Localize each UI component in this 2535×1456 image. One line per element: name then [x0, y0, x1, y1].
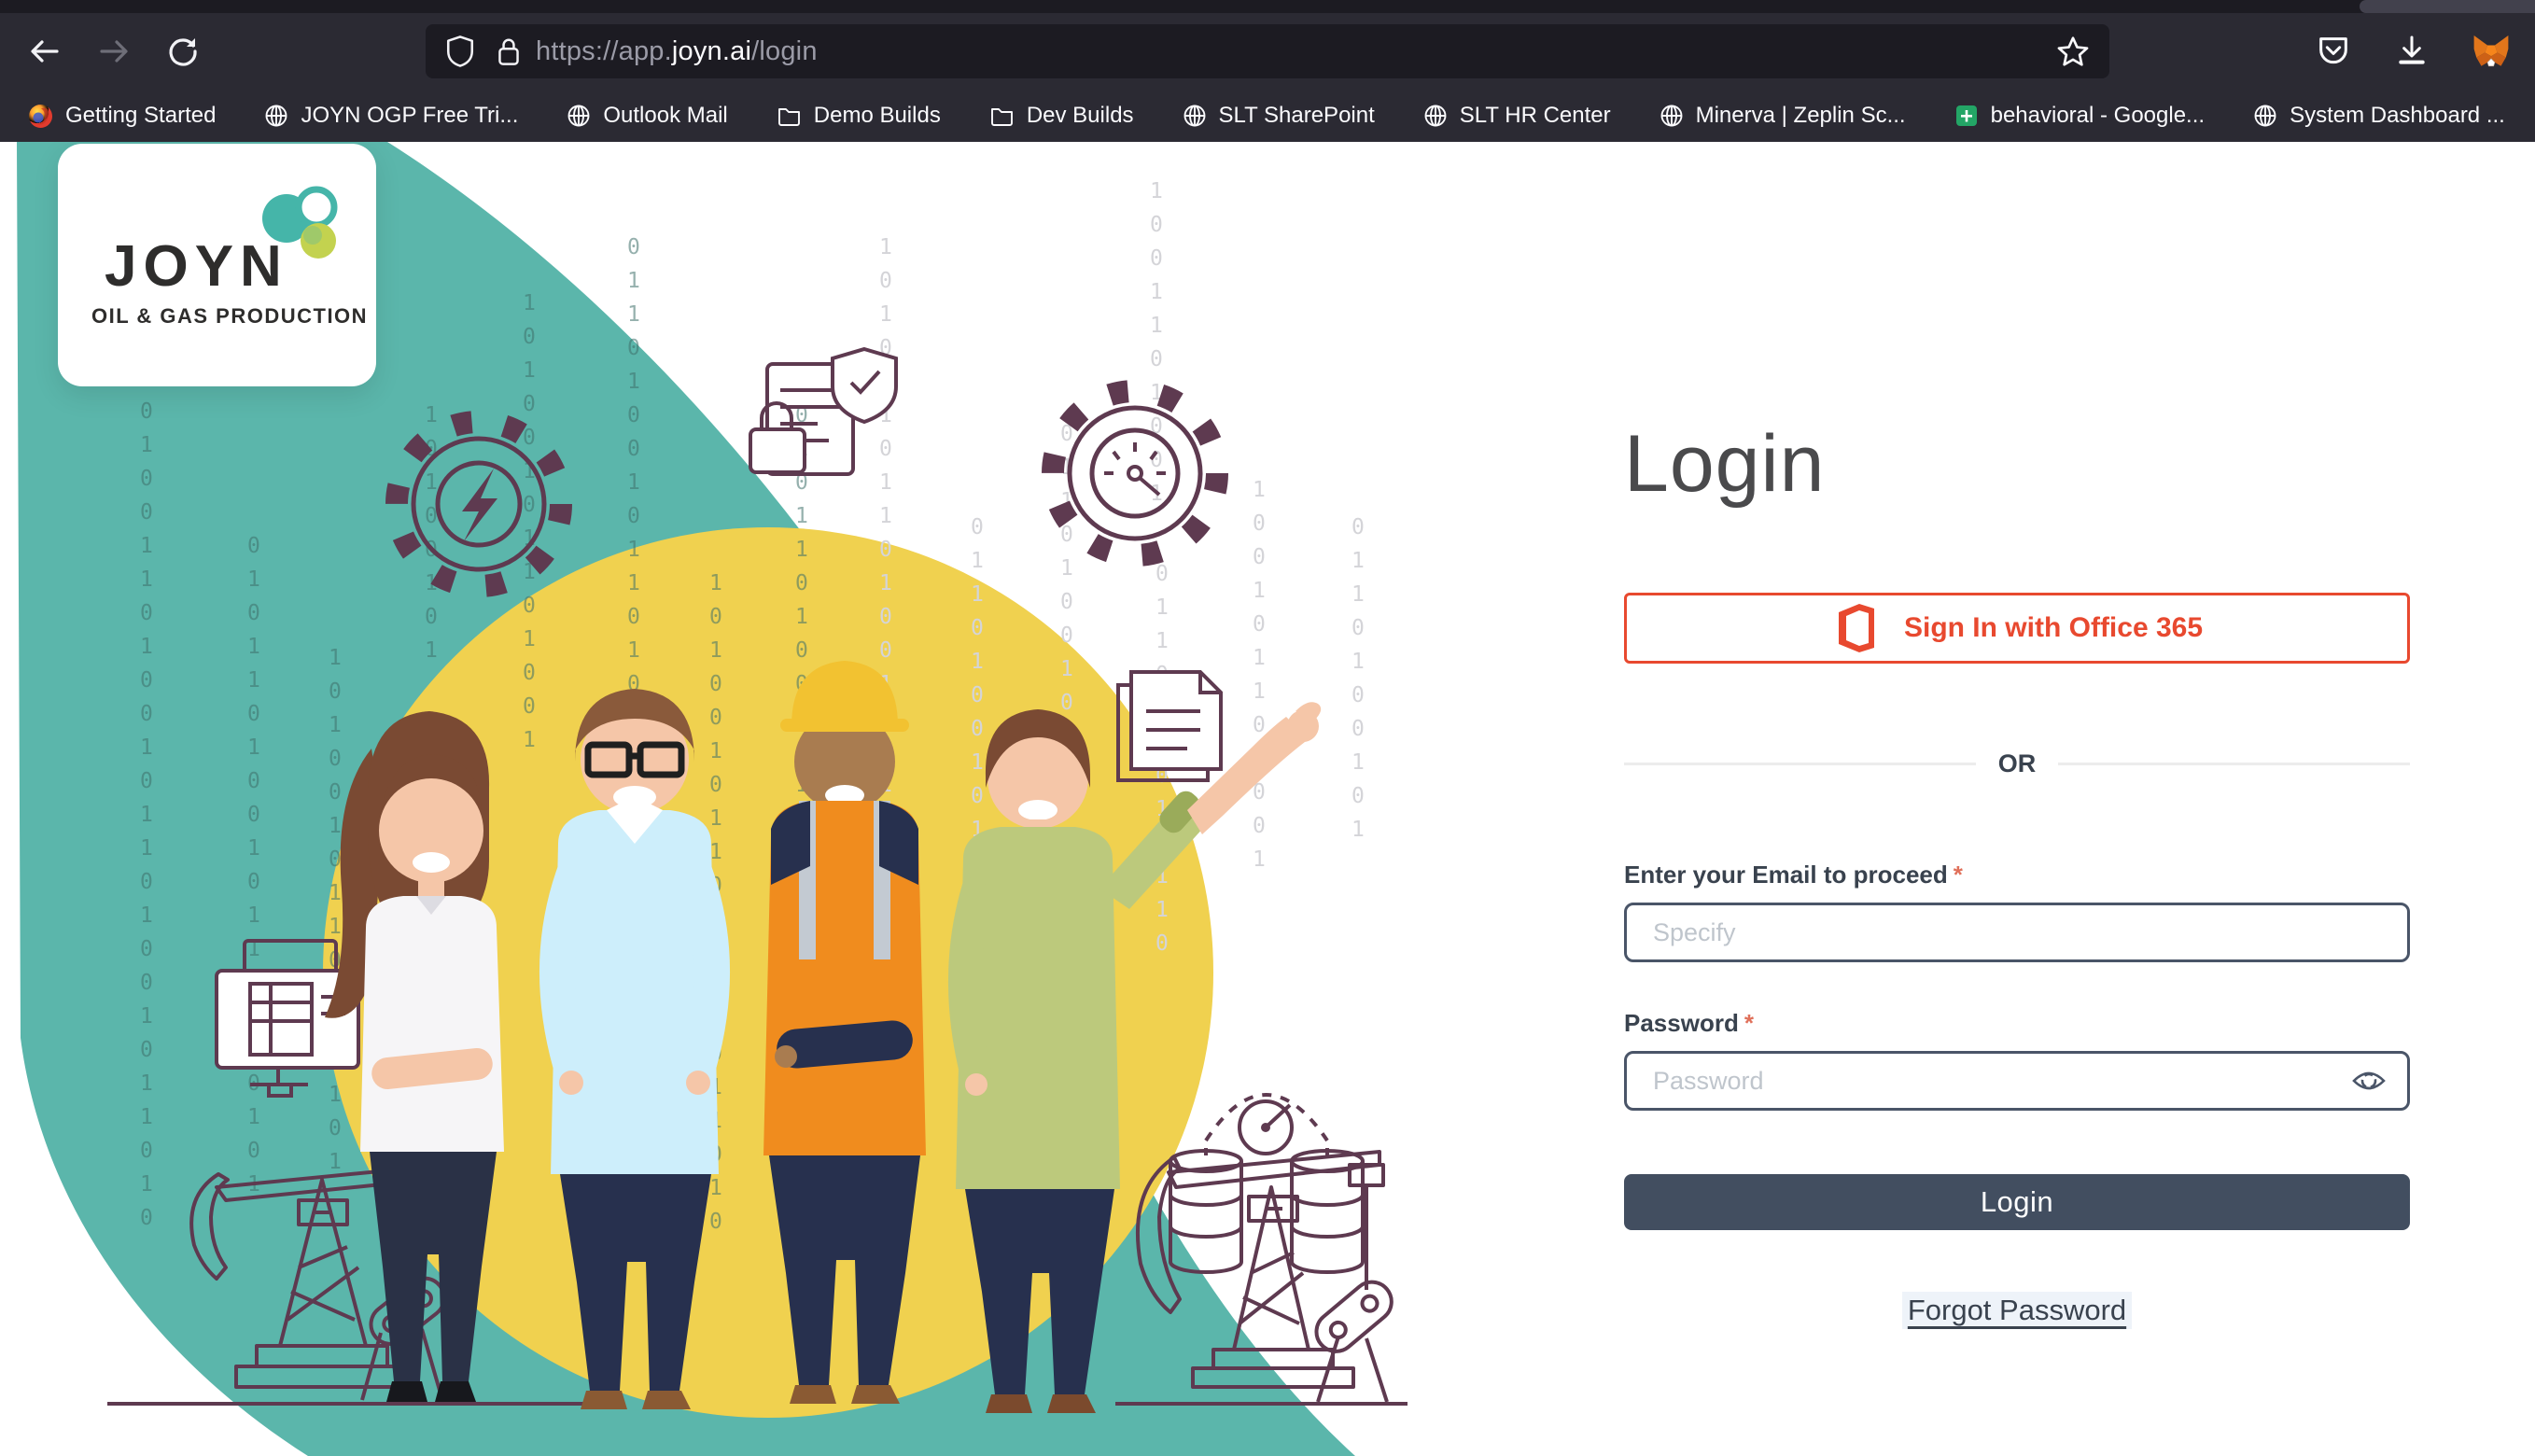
- bookmark-label: Getting Started: [65, 103, 216, 129]
- bookmark-item[interactable]: Dev Builds: [989, 103, 1134, 129]
- bookmark-item[interactable]: System Dashboard ...: [2253, 103, 2505, 129]
- email-label: Enter your Email to proceed*: [1624, 861, 2410, 889]
- secure-document-icon: [750, 349, 896, 474]
- bookmark-item[interactable]: Outlook Mail: [567, 103, 727, 129]
- active-tab-remnant[interactable]: [2360, 0, 2535, 13]
- globe-icon: [1660, 104, 1684, 128]
- globe-icon: [567, 104, 591, 128]
- bookmark-label: SLT HR Center: [1460, 103, 1611, 129]
- bookmark-label: System Dashboard ...: [2290, 103, 2505, 129]
- folder-icon: [777, 104, 802, 128]
- back-arrow-icon: [26, 33, 63, 70]
- url-prefix: https://app.: [536, 36, 672, 66]
- globe-icon: [1423, 104, 1448, 128]
- lock-icon[interactable]: [495, 35, 523, 68]
- forgot-password-link[interactable]: Forgot Password: [1902, 1292, 2132, 1329]
- bookmark-item[interactable]: Demo Builds: [777, 103, 941, 129]
- office365-button-label: Sign In with Office 365: [1904, 612, 2203, 644]
- forward-button[interactable]: [93, 31, 134, 72]
- office365-signin-button[interactable]: Sign In with Office 365: [1624, 593, 2410, 664]
- logo-tagline: OIL & GAS PRODUCTION: [91, 304, 368, 329]
- bookmarks-bar: Getting Started JOYN OGP Free Tri... Outlo…: [0, 90, 2535, 142]
- bookmark-label: SLT SharePoint: [1219, 103, 1375, 129]
- browser-window: https://app.joyn.ai/login: [0, 0, 2535, 1456]
- documents-icon: [1118, 672, 1221, 780]
- url-domain: joyn.ai: [672, 36, 751, 66]
- bookmark-label: Minerva | Zeplin Sc...: [1696, 103, 1906, 129]
- required-asterisk: *: [1954, 861, 1963, 889]
- login-button[interactable]: Login: [1624, 1174, 2410, 1230]
- joyn-logo-card: JOYN OIL & GAS PRODUCTION: [58, 144, 376, 386]
- svg-text:0110100101: 0110100101: [1352, 515, 1365, 842]
- office365-icon: [1831, 602, 1880, 654]
- required-asterisk: *: [1744, 1009, 1754, 1037]
- bookmark-label: Demo Builds: [814, 103, 941, 129]
- bookmark-star-icon[interactable]: [2055, 34, 2091, 69]
- sheets-icon: [1954, 104, 1979, 128]
- logo-wordmark: JOYN: [105, 233, 288, 300]
- bookmark-item[interactable]: SLT HR Center: [1423, 103, 1611, 129]
- folder-icon: [989, 104, 1015, 128]
- forward-arrow-icon: [95, 33, 133, 70]
- tab-strip: [0, 0, 2535, 13]
- toolbar-right-icons: [2315, 33, 2511, 70]
- bookmark-item[interactable]: SLT SharePoint: [1183, 103, 1375, 129]
- password-input[interactable]: [1624, 1051, 2410, 1111]
- bookmark-item[interactable]: Minerva | Zeplin Sc...: [1660, 103, 1906, 129]
- globe-icon: [1183, 104, 1207, 128]
- firefox-icon: [28, 104, 53, 129]
- page-title: Login: [1624, 418, 2410, 511]
- bookmark-label: JOYN OGP Free Tri...: [301, 103, 518, 129]
- bookmark-label: behavioral - Google...: [1991, 103, 2205, 129]
- svg-text:100101101001: 100101101001: [1253, 478, 1266, 872]
- globe-icon: [264, 104, 288, 128]
- reload-button[interactable]: [162, 31, 203, 72]
- globe-icon: [2253, 104, 2277, 128]
- gear-gauge-icon: [1053, 391, 1217, 555]
- email-input[interactable]: [1624, 903, 2410, 962]
- bookmark-item[interactable]: behavioral - Google...: [1954, 103, 2205, 129]
- download-icon[interactable]: [2393, 33, 2430, 70]
- reload-icon: [164, 33, 202, 70]
- bookmark-item[interactable]: JOYN OGP Free Tri...: [264, 103, 518, 129]
- url-path: /login: [751, 36, 818, 66]
- eye-icon: [2350, 1067, 2388, 1095]
- toggle-password-visibility-button[interactable]: [2350, 1064, 2388, 1098]
- bookmark-label: Dev Builds: [1027, 103, 1134, 129]
- browser-toolbar: https://app.joyn.ai/login: [0, 13, 2535, 90]
- url-bar[interactable]: https://app.joyn.ai/login: [426, 24, 2109, 78]
- back-button[interactable]: [24, 31, 65, 72]
- bookmark-label: Outlook Mail: [603, 103, 727, 129]
- pocket-icon[interactable]: [2315, 33, 2352, 70]
- or-label: OR: [1976, 749, 2059, 778]
- bookmark-item[interactable]: Getting Started: [28, 103, 216, 129]
- login-page: 1010011010010110100101101001011010010110…: [0, 142, 2535, 1456]
- url-text: https://app.joyn.ai/login: [536, 36, 818, 67]
- or-divider: OR: [1624, 749, 2410, 778]
- login-panel: Login Sign In with Office 365 OR Enter y…: [1624, 142, 2410, 1329]
- shield-icon[interactable]: [444, 34, 476, 69]
- metamask-fox-icon[interactable]: [2472, 33, 2511, 70]
- password-label: Password*: [1624, 1009, 2410, 1038]
